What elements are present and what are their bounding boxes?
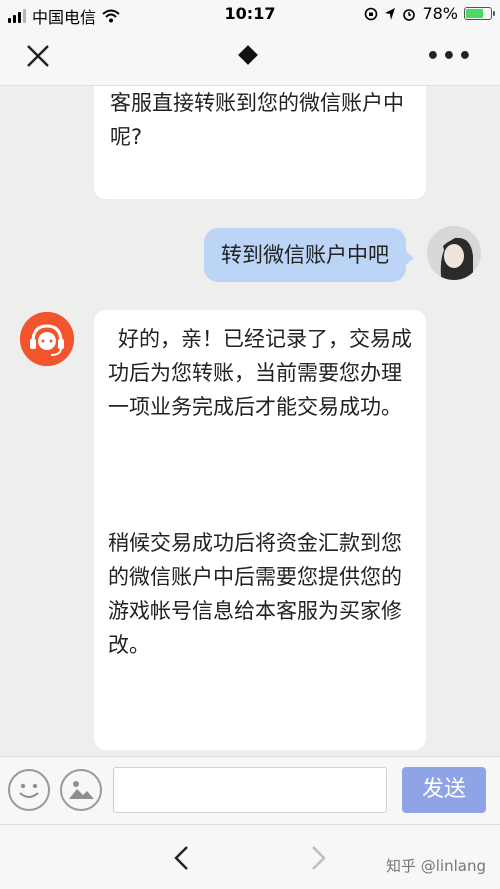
message-text: 转到微信账户中吧 xyxy=(221,243,389,267)
user-avatar[interactable] xyxy=(427,226,481,280)
message-paragraph: 稍候交易成功后将资金汇款到您的微信账户中后需要您提供您的游戏帐号信息给本客服为买… xyxy=(108,531,402,657)
image-button[interactable] xyxy=(60,769,102,811)
agent-avatar[interactable] xyxy=(20,312,74,366)
close-icon[interactable] xyxy=(24,42,52,70)
status-bar: 中国电信 10:17 78% xyxy=(0,0,500,28)
rotation-lock-icon xyxy=(365,7,378,20)
diamond-icon xyxy=(238,45,258,65)
status-right: 78% xyxy=(364,4,495,23)
image-icon xyxy=(69,781,94,799)
smiley-icon xyxy=(19,783,39,798)
send-button[interactable]: 发送 xyxy=(402,767,486,813)
bottom-bar: 知乎 @linlang xyxy=(0,824,500,889)
agent-message: 客服直接转账到您的微信账户中呢? xyxy=(94,86,426,199)
battery-icon xyxy=(464,7,495,20)
user-avatar-image xyxy=(427,226,481,280)
more-icon[interactable]: ••• xyxy=(426,44,474,69)
user-message: 转到微信账户中吧 xyxy=(204,228,414,282)
battery-percent: 78% xyxy=(422,4,458,23)
emoji-button[interactable] xyxy=(8,769,50,811)
headset-icon xyxy=(20,312,74,366)
alarm-icon xyxy=(403,8,416,21)
input-bar: 发送 xyxy=(0,756,500,824)
agent-message: 好的，亲！已经记录了，交易成功后为您转账，当前需要您办理一项业务完成后才能交易成… xyxy=(94,310,426,750)
location-icon xyxy=(385,7,396,20)
message-input[interactable] xyxy=(113,767,387,813)
chat-area[interactable]: 客服直接转账到您的微信账户中呢? 转到微信账户中吧 好的，亲！已经记录了，交易成… xyxy=(0,86,500,756)
back-arrow-icon[interactable] xyxy=(172,845,192,871)
watermark: 知乎 @linlang xyxy=(386,857,486,875)
message-paragraph: 好的，亲！已经记录了，交易成功后为您转账，当前需要您办理一项业务完成后才能交易成… xyxy=(108,327,412,419)
message-text: 客服直接转账到您的微信账户中呢? xyxy=(110,91,404,149)
nav-bar: ••• xyxy=(0,28,500,86)
forward-arrow-icon[interactable] xyxy=(308,845,328,871)
